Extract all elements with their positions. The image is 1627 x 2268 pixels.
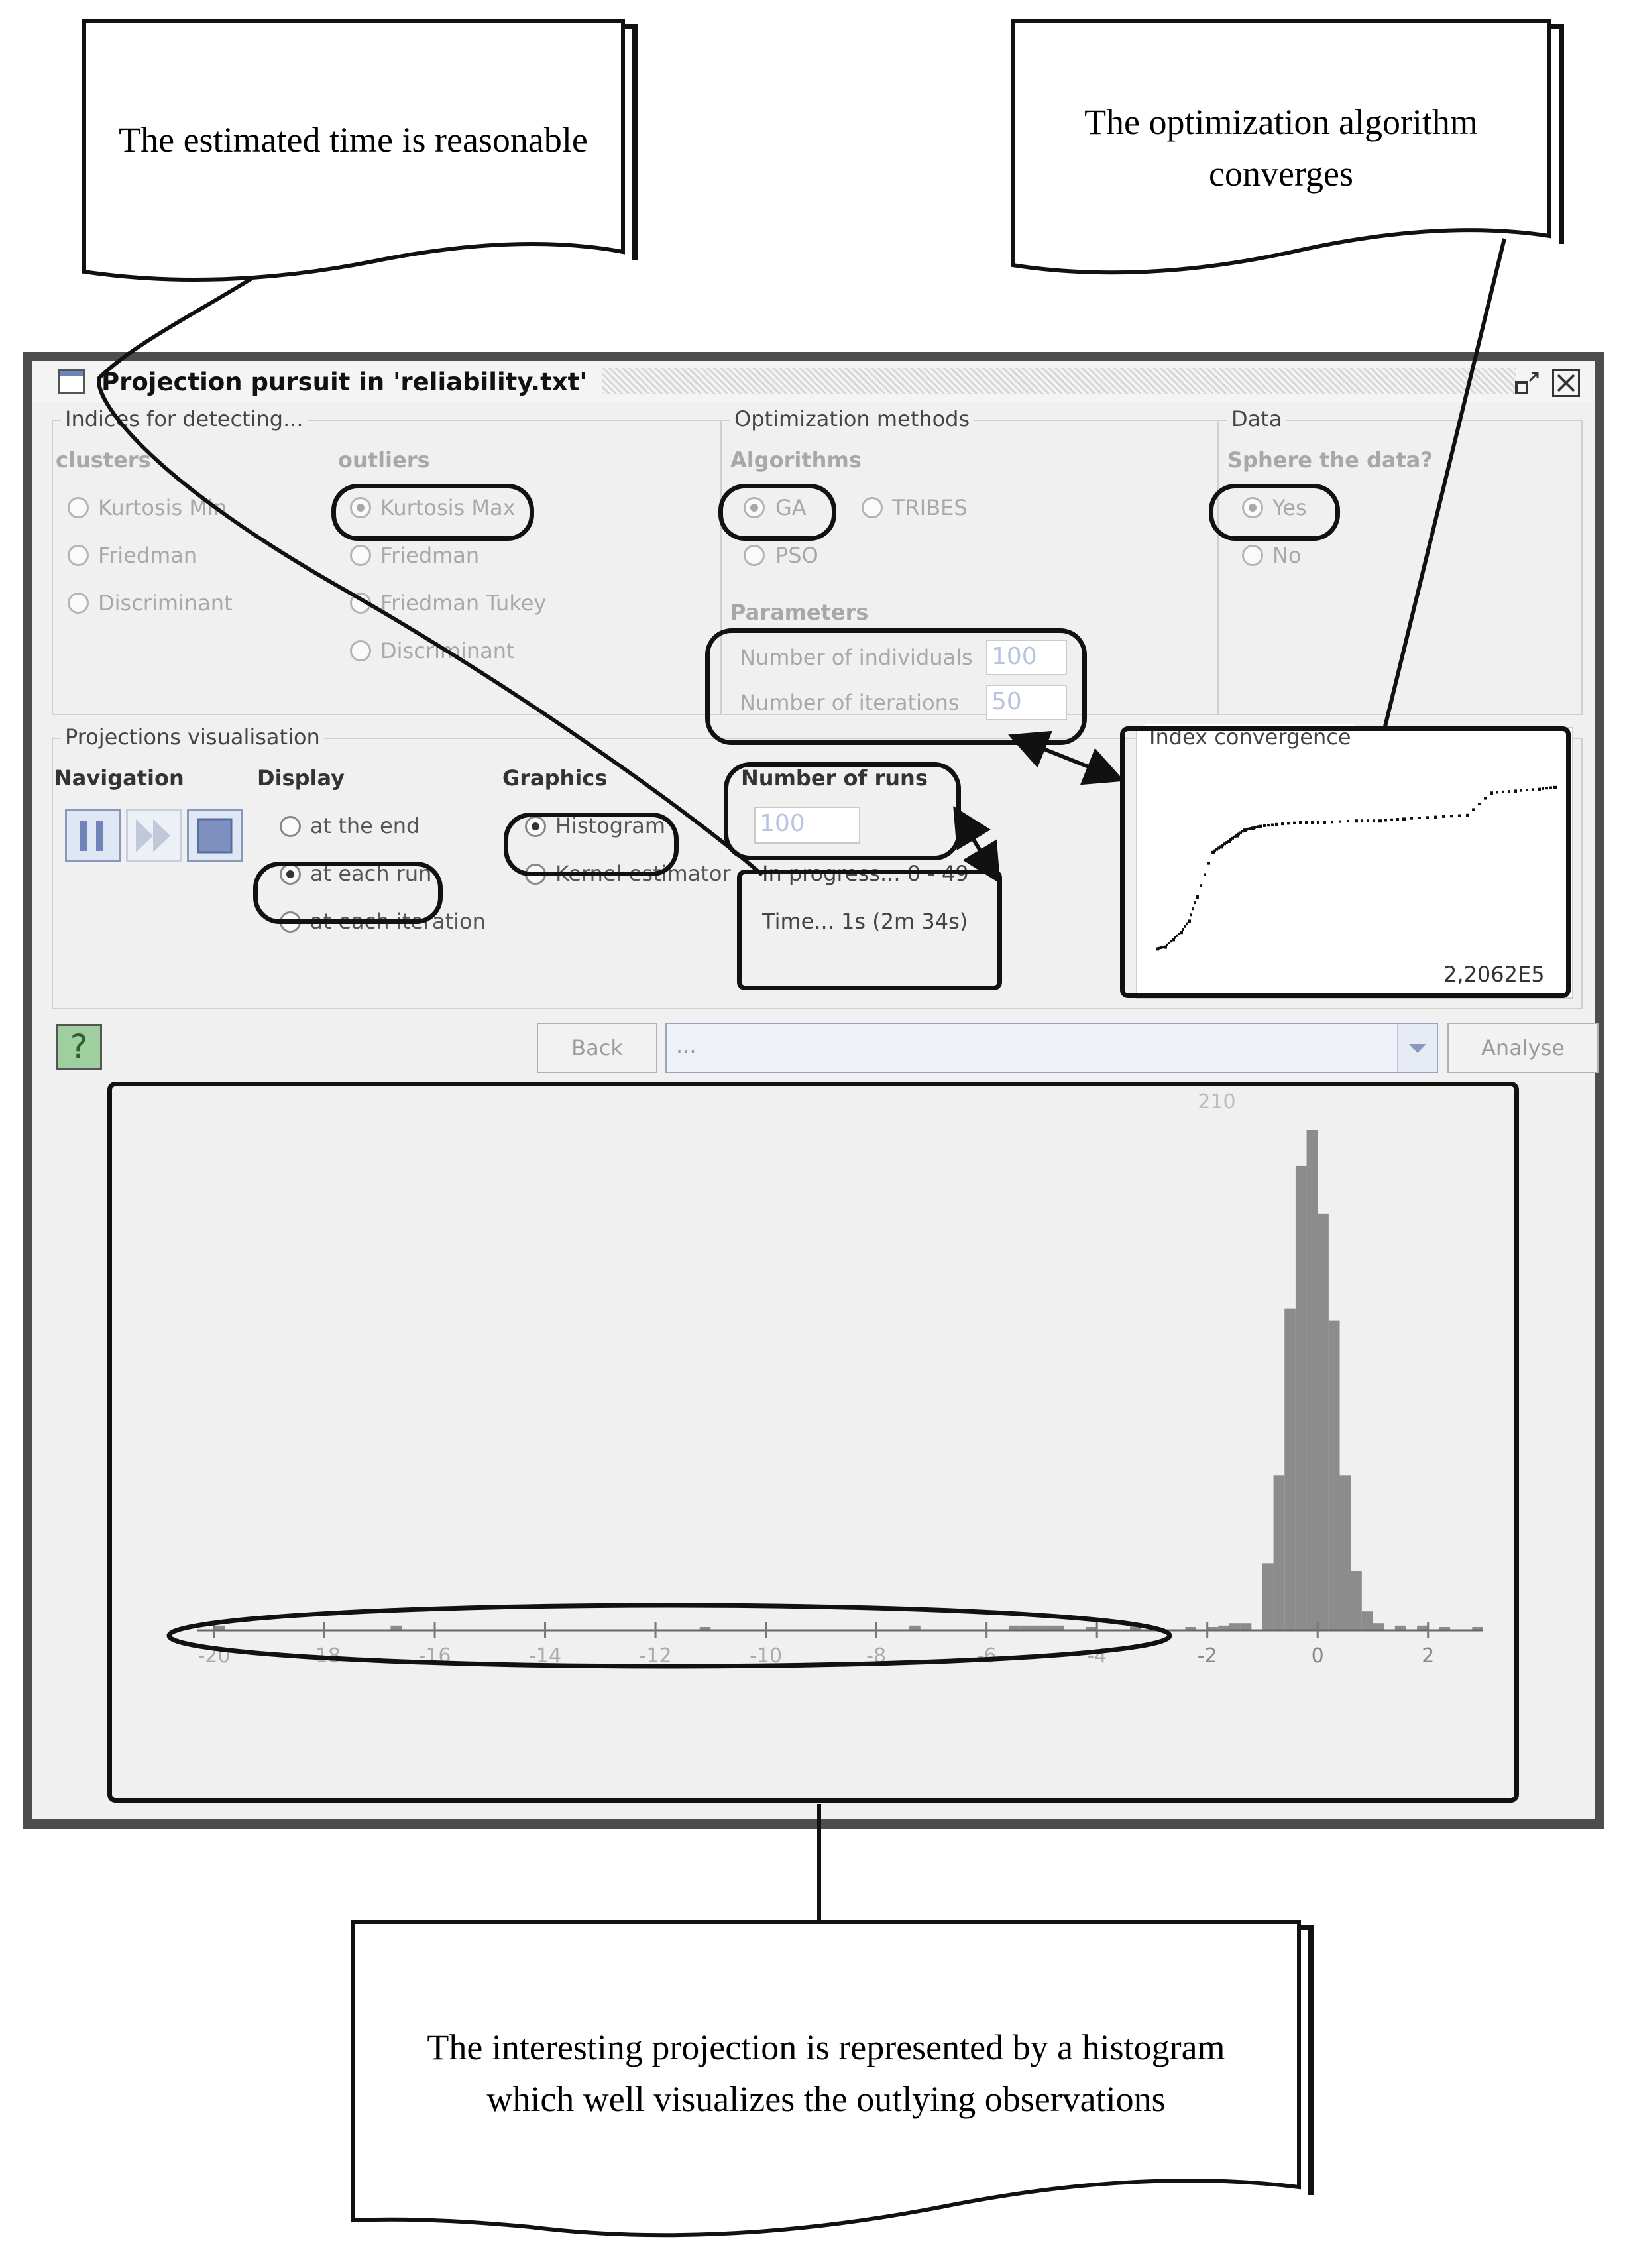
- arrow-runs-progress: [953, 806, 1001, 884]
- annotation-connectors: [97, 238, 1506, 1923]
- arrow-parameters-convergence: [1008, 730, 1125, 785]
- connector-converge: [1383, 238, 1506, 727]
- highlight-outliers-ellipse: [166, 1603, 1172, 1669]
- connector-time: [97, 276, 763, 877]
